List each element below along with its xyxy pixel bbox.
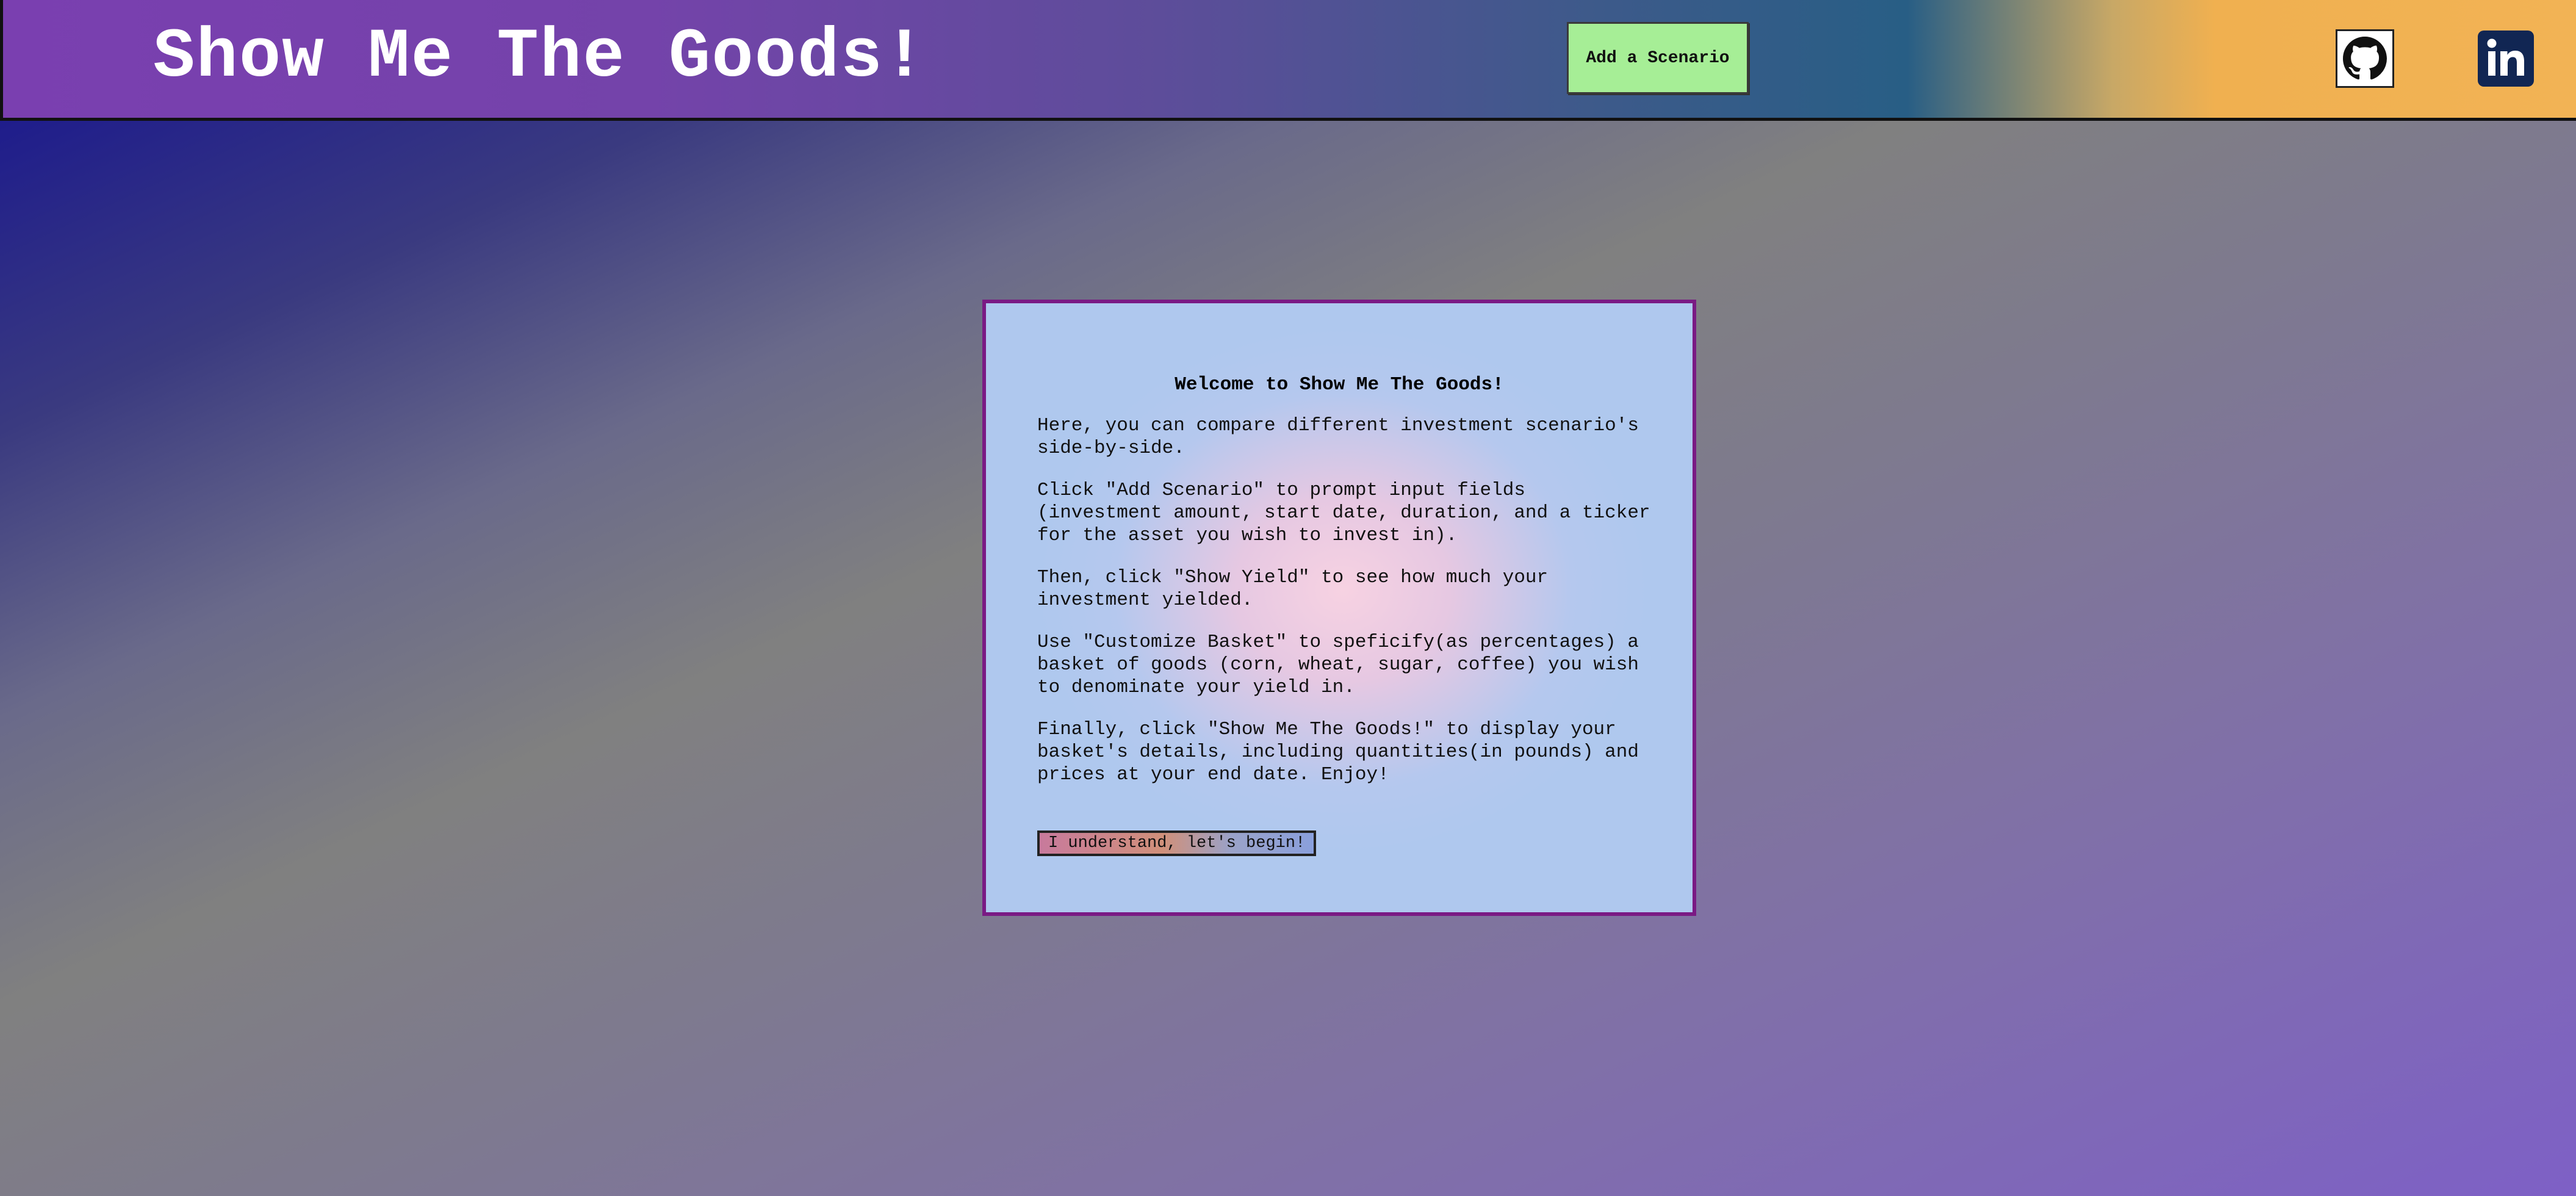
- welcome-instructions: Here, you can compare different investme…: [1037, 414, 1653, 805]
- site-title: Show Me The Goods!: [153, 18, 927, 97]
- linkedin-icon: [2487, 38, 2524, 76]
- show-goods-instruction: Finally, click "Show Me The Goods!" to d…: [1037, 719, 1639, 785]
- intro-paragraph: Here, you can compare different investme…: [1037, 415, 1639, 459]
- linkedin-link[interactable]: [2478, 31, 2534, 87]
- customize-basket-instruction: Use "Customize Basket" to speficify(as p…: [1037, 632, 1639, 698]
- add-scenario-button[interactable]: Add a Scenario: [1567, 22, 1749, 94]
- welcome-dialog: Welcome to Show Me The Goods! Here, you …: [982, 300, 1696, 916]
- add-scenario-instruction: Click "Add Scenario" to prompt input fie…: [1037, 480, 1650, 546]
- begin-button[interactable]: I understand, let's begin!: [1037, 830, 1317, 856]
- welcome-title: Welcome to Show Me The Goods!: [1175, 374, 1504, 395]
- show-yield-instruction: Then, click "Show Yield" to see how much…: [1037, 567, 1549, 611]
- github-icon: [2343, 37, 2387, 80]
- top-nav-bar: Show Me The Goods! Add a Scenario: [0, 0, 2576, 121]
- github-link[interactable]: [2336, 29, 2394, 88]
